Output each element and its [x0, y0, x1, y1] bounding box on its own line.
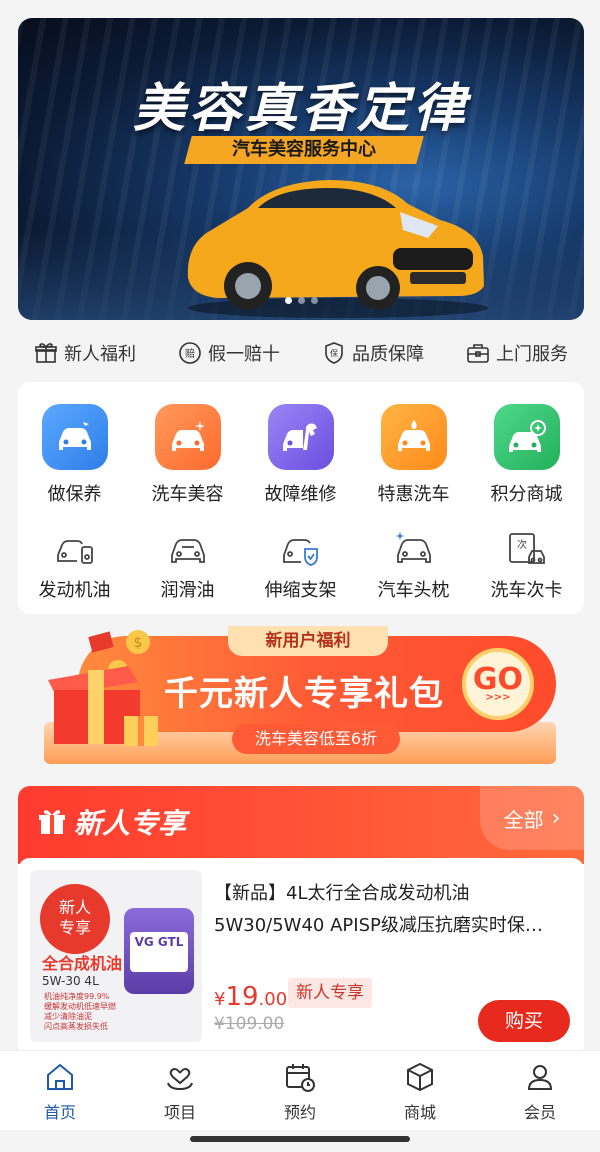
- gift-box-icon: $: [48, 630, 158, 746]
- service-bracket[interactable]: 伸缩支架: [244, 520, 357, 602]
- service-grid: 做保养 洗车美容 故障维修 特惠洗车 积分商城 发动机油 润滑油 伸缩支架 汽车…: [18, 382, 584, 614]
- product-image: 新人 专享 全合成机油 5W-30 4L 机油纯净度99.9% 缓解发动机低速早燃…: [30, 870, 202, 1042]
- tab-booking[interactable]: 预约: [240, 1051, 360, 1130]
- service-discount-wash[interactable]: 特惠洗车: [357, 404, 470, 506]
- lubricant-icon: [167, 528, 209, 570]
- svg-text:$: $: [134, 635, 143, 651]
- guarantee-bar: 新人福利 赔 假一赔十 保 品质保障 上门服务: [18, 334, 584, 372]
- product-card[interactable]: 新人 专享 全合成机油 5W-30 4L 机油纯净度99.9% 缓解发动机低速早燃…: [18, 858, 584, 1056]
- calendar-icon: [286, 1064, 315, 1092]
- promo-go-button[interactable]: GO >>>: [462, 648, 534, 720]
- service-repair[interactable]: 故障维修: [244, 404, 357, 506]
- service-label: 洗车次卡: [490, 580, 563, 601]
- tab-label: 会员: [523, 1103, 556, 1122]
- new-user-section: 新人专享 全部 › 新人 专享 全合成机油 5W-30 4L 机油纯净度99.9% …: [18, 786, 584, 1056]
- promo-headline: 千元新人专享礼包: [164, 674, 444, 714]
- banner-pagination: [18, 289, 584, 308]
- home-icon: [47, 1063, 73, 1090]
- service-label: 发动机油: [38, 580, 111, 601]
- section-header: 新人专享 全部 ›: [18, 786, 584, 864]
- product-price: ¥19.00: [214, 982, 288, 1012]
- service-label: 汽车头枕: [377, 580, 450, 601]
- new-user-gift-promo[interactable]: 新用户福利 $ 千元新人专享礼包 GO >>> 洗车美容低至6折: [38, 618, 558, 768]
- service-label: 洗车美容: [151, 484, 224, 505]
- mall-icon: [407, 1062, 433, 1092]
- service-wash-card[interactable]: 次 洗车次卡: [470, 520, 583, 602]
- promo-subtitle: 洗车美容低至6折: [232, 724, 400, 754]
- banner-title: 美容真香定律: [132, 79, 469, 139]
- car-wash-icon: [154, 404, 221, 470]
- svg-text:保: 保: [330, 348, 338, 358]
- buy-button[interactable]: 购买: [478, 1000, 570, 1042]
- tab-projects[interactable]: 项目: [120, 1051, 240, 1130]
- guarantee-label: 上门服务: [496, 344, 568, 365]
- repair-icon: [267, 404, 334, 470]
- chevron-right-icon: ›: [551, 805, 561, 831]
- thumb-badge: 新人 专享: [40, 884, 110, 954]
- service-car-wash[interactable]: 洗车美容: [131, 404, 244, 506]
- service-label: 积分商城: [490, 484, 563, 505]
- view-all-link[interactable]: 全部 ›: [480, 786, 584, 850]
- tab-home[interactable]: 首页: [0, 1051, 120, 1130]
- guarantee-label: 新人福利: [64, 344, 136, 365]
- compensation-icon: 赔: [179, 342, 201, 364]
- guarantee-item: 赔 假一赔十: [178, 340, 280, 366]
- guarantee-item: 上门服务: [466, 340, 568, 366]
- headrest-icon: [393, 528, 435, 570]
- new-user-badge: 新人专享: [288, 978, 372, 1008]
- section-title: 新人专享: [38, 802, 186, 842]
- service-label: 特惠洗车: [377, 484, 450, 505]
- shield-icon: 保: [325, 342, 343, 364]
- service-label: 伸缩支架: [264, 580, 337, 601]
- service-headrest[interactable]: 汽车头枕: [357, 520, 470, 602]
- svg-text:赔: 赔: [185, 347, 195, 360]
- tab-label: 商城: [403, 1103, 436, 1122]
- thumb-features: 机油纯净度99.9% 缓解发动机低速早燃 减少清除油泥 闪点高蒸发损失低: [44, 992, 116, 1031]
- service-maintenance[interactable]: 做保养: [18, 404, 131, 506]
- hero-banner[interactable]: 美容真香定律 汽车美容服务中心: [18, 18, 584, 320]
- service-lubricant[interactable]: 润滑油: [131, 520, 244, 602]
- service-label: 故障维修: [264, 484, 337, 505]
- original-price: ¥109.00: [214, 1014, 285, 1034]
- home-indicator: [190, 1136, 410, 1142]
- tab-label: 首页: [43, 1103, 76, 1122]
- car-care-icon: [41, 404, 108, 470]
- oil-jug-image: VG GTL: [124, 908, 194, 994]
- tab-member[interactable]: 会员: [480, 1051, 600, 1130]
- tab-mall[interactable]: 商城: [360, 1051, 480, 1130]
- guarantee-item: 新人福利: [34, 340, 136, 366]
- banner-subtitle: 汽车美容服务中心: [184, 136, 424, 164]
- service-label: 润滑油: [160, 580, 215, 601]
- toolbox-icon: [467, 344, 489, 363]
- discount-wash-icon: [380, 404, 447, 470]
- service-label: 做保养: [47, 484, 102, 505]
- promo-tag: 新用户福利: [228, 626, 388, 656]
- tab-label: 项目: [163, 1103, 196, 1122]
- svg-text:次: 次: [517, 538, 527, 551]
- project-icon: [167, 1068, 193, 1091]
- guarantee-item: 保 品质保障: [322, 340, 424, 366]
- bottom-tab-bar: 首页 项目 预约 商城 会员: [0, 1050, 600, 1130]
- product-title: 【新品】4L太行全合成发动机油 5W30/5W40 APISP级减压抗磨实时保…: [214, 883, 543, 936]
- gift-icon: [39, 810, 65, 834]
- thumb-product-name: 全合成机油 5W-30 4L: [42, 954, 123, 988]
- tab-label: 预约: [283, 1103, 316, 1122]
- guarantee-label: 假一赔十: [208, 344, 280, 365]
- bracket-icon: [280, 528, 322, 570]
- wash-card-icon: 次: [506, 528, 548, 570]
- gift-icon: [35, 343, 57, 363]
- engine-oil-icon: [54, 528, 96, 570]
- service-engine-oil[interactable]: 发动机油: [18, 520, 131, 602]
- member-icon: [527, 1065, 553, 1090]
- points-mall-icon: [493, 404, 560, 470]
- service-points-mall[interactable]: 积分商城: [470, 404, 583, 506]
- guarantee-label: 品质保障: [352, 344, 424, 365]
